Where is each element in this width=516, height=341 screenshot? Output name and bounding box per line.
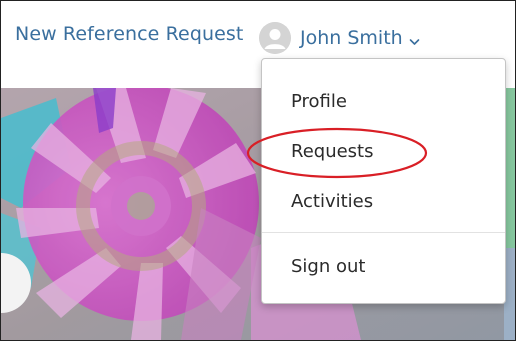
menu-item-label: Requests [291,141,374,162]
user-dropdown-menu: Profile Requests Activities Sign out [261,58,506,304]
menu-item-sign-out[interactable]: Sign out [262,248,505,288]
app-frame: New Reference Request John Smith Profile [0,0,516,341]
menu-item-label: Profile [291,91,347,112]
new-reference-request-link[interactable]: New Reference Request [15,23,243,45]
chevron-down-icon [409,31,420,50]
menu-item-label: Sign out [291,256,366,277]
menu-divider [262,232,505,233]
menu-item-activities[interactable]: Activities [262,183,505,223]
user-name-label: John Smith [300,27,403,49]
menu-item-label: Activities [291,191,374,212]
menu-item-requests[interactable]: Requests [262,133,505,173]
menu-item-profile[interactable]: Profile [262,83,505,123]
user-avatar-icon [259,22,291,54]
user-menu-toggle[interactable]: John Smith [259,21,420,55]
